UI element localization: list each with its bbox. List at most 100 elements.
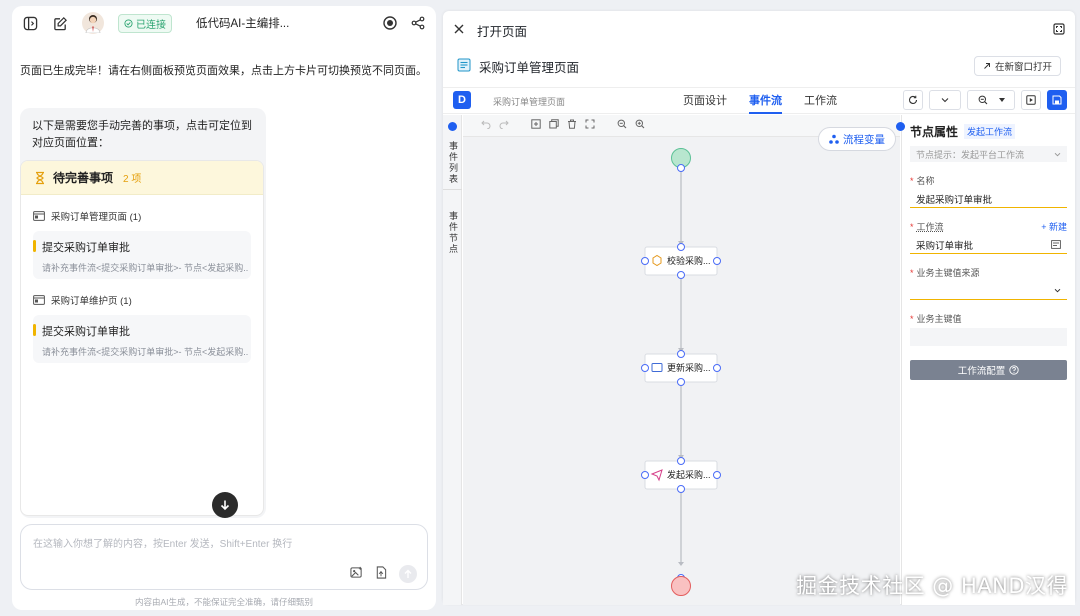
bizkey-label-row: * 业务主键值 — [910, 314, 962, 324]
event-side-tabs: 事件列表 事件节点 — [443, 115, 462, 605]
file-upload-icon[interactable] — [375, 566, 387, 582]
fullscreen-icon[interactable] — [1053, 22, 1065, 38]
task-desc: 请补充事件流<提交采购订单审批>- 节点<发起采购... — [42, 347, 248, 357]
designer-toolbar: D 采购订单管理页面 页面设计 事件流 工作流 — [443, 88, 1075, 114]
name-label: 名称 — [916, 176, 935, 186]
todo-task-item[interactable]: 提交采购订单审批 请补充事件流<提交采购订单审批>- 节点<发起采购... — [33, 315, 251, 363]
name-field[interactable]: 发起采购订单审批 — [910, 190, 1067, 208]
todo-group-header: 采购订单管理页面 (1) — [21, 209, 263, 223]
page-doc-icon — [457, 58, 471, 75]
chat-title: 低代码AI-主编排... — [196, 18, 290, 30]
panel-header: 打开页面 — [443, 11, 1075, 49]
workflow-config-button[interactable]: 工作流配置 — [910, 360, 1067, 380]
send-button[interactable] — [399, 565, 417, 583]
chat-input[interactable] — [33, 535, 413, 555]
image-upload-icon[interactable] — [350, 566, 363, 582]
connection-status-badge: 已连接 — [118, 13, 172, 33]
delete-icon[interactable] — [567, 119, 577, 132]
chat-topbar: 已连接 低代码AI-主编排... — [12, 6, 436, 40]
node-label: 更新采购... — [667, 363, 711, 373]
flow-arrow — [678, 562, 684, 566]
panel-title: 打开页面 — [477, 24, 528, 39]
save-icon — [1052, 95, 1062, 105]
arrow-down-icon — [220, 500, 230, 511]
zoom-out-icon — [978, 95, 987, 105]
preview-panel: 打开页面 采购订单管理页面 在新窗口打开 D 采购订单管理页面 页面设计 事件流… — [443, 11, 1075, 605]
play-icon — [1026, 95, 1036, 105]
assistant-message: 页面已生成完毕！请在右侧面板预览页面效果，点击上方卡片可切换预览不同页面。 — [20, 65, 427, 77]
status-label: 已连接 — [136, 19, 166, 31]
workflow-field[interactable]: 采购订单审批 — [910, 236, 1067, 254]
page-card: 采购订单管理页面 在新窗口打开 — [443, 49, 1075, 83]
ai-disclaimer: 内容由AI生成，不能保证完全准确，请仔细甄别 — [134, 597, 314, 607]
external-link-icon — [984, 63, 990, 69]
bizkey-source-label: 业务主键值来源 — [916, 268, 980, 278]
preview-run-button[interactable] — [1021, 90, 1041, 110]
side-tab-event-nodes[interactable]: 事件节点 — [447, 211, 460, 255]
task-marker — [33, 240, 36, 252]
node-port[interactable] — [677, 164, 685, 172]
avatar[interactable] — [82, 12, 104, 34]
scroll-down-button[interactable] — [212, 492, 238, 518]
todo-group-header: 采购订单维护页 (1) — [21, 293, 263, 307]
designer-frame: D 采购订单管理页面 页面设计 事件流 工作流 事件列表 事件节点 流程变量 校… — [443, 87, 1075, 605]
workflow-label: 工作流 — [916, 222, 944, 232]
sidebar-toggle-icon[interactable] — [22, 15, 38, 31]
page-title: 采购订单管理页面 — [479, 60, 580, 75]
record-icon[interactable] — [382, 15, 398, 31]
props-title: 节点属性 — [910, 125, 959, 139]
lookup-icon[interactable] — [1051, 240, 1061, 249]
zoom-in-canvas-icon[interactable] — [635, 119, 645, 132]
bizkey-source-select[interactable] — [910, 282, 1067, 300]
app-logo: D — [453, 91, 471, 109]
open-new-label: 在新窗口打开 — [994, 62, 1052, 73]
device-select[interactable] — [929, 90, 961, 110]
save-button[interactable] — [1047, 90, 1067, 110]
open-new-window-button[interactable]: 在新窗口打开 — [973, 56, 1061, 76]
tab-page-design[interactable]: 页面设计 — [683, 88, 727, 114]
collapse-right-icon[interactable] — [896, 122, 905, 131]
share-icon[interactable] — [410, 15, 426, 31]
todo-header: 待完善事项 2 项 — [21, 161, 263, 195]
arrow-up-icon — [404, 569, 412, 578]
edit-icon[interactable] — [52, 15, 68, 31]
todo-message-bubble: 以下是需要您手动完善的事项，点击可定位到对应页面位置： 待完善事项 2 项 采购… — [20, 108, 266, 518]
flow-canvas[interactable]: 流程变量 校验采购... 更新采购... 发起采购... — [463, 115, 900, 605]
todo-task-item[interactable]: 提交采购订单审批 请补充事件流<提交采购订单审批>- 节点<发起采购... — [33, 231, 251, 279]
bubble-text: 以下是需要您手动完善的事项，点击可定位到对应页面位置： — [32, 120, 252, 149]
new-workflow-link[interactable]: + 新建 — [1041, 220, 1067, 233]
add-node-icon[interactable] — [531, 119, 541, 132]
node-hint-select[interactable]: 节点提示：发起平台工作流 — [910, 146, 1067, 162]
workflow-value: 采购订单审批 — [916, 240, 974, 252]
end-node[interactable] — [671, 576, 691, 596]
page-icon — [33, 295, 45, 305]
config-button-label: 工作流配置 — [957, 366, 1006, 377]
zoom-out-canvas-icon[interactable] — [617, 119, 627, 132]
name-label-row: * 名称 — [910, 176, 935, 186]
bizkey-field[interactable] — [910, 328, 1067, 346]
copy-icon[interactable] — [549, 119, 559, 132]
node-properties-panel: 节点属性 发起工作流 节点提示：发起平台工作流 * 名称 发起采购订单审批 * 工作… — [896, 115, 1075, 605]
redo-icon[interactable] — [499, 119, 509, 132]
bizkey-label: 业务主键值 — [916, 314, 962, 324]
hourglass-icon — [36, 171, 44, 184]
undo-icon[interactable] — [481, 119, 491, 132]
fit-view-icon[interactable] — [585, 119, 595, 132]
todo-group-label: 采购订单管理页面 (1) — [51, 212, 142, 223]
close-icon[interactable] — [453, 23, 465, 38]
zoom-select[interactable] — [967, 90, 1015, 110]
tab-event-flow[interactable]: 事件流 — [749, 88, 782, 114]
designer-page-name: 采购订单管理页面 — [493, 97, 566, 107]
node-type-tag: 发起工作流 — [964, 124, 1016, 139]
todo-count: 2 项 — [123, 174, 142, 185]
caret-down-icon — [998, 98, 1005, 102]
node-label: 发起采购... — [667, 470, 711, 480]
bizkey-source-label-row: * 业务主键值来源 — [910, 268, 980, 278]
tab-workflow[interactable]: 工作流 — [804, 88, 837, 114]
collapse-left-icon[interactable] — [448, 122, 457, 131]
refresh-button[interactable] — [903, 90, 923, 110]
task-marker — [33, 324, 36, 336]
chevron-down-icon — [1054, 288, 1061, 293]
side-tab-event-list[interactable]: 事件列表 — [447, 141, 460, 185]
task-name: 提交采购订单审批 — [42, 326, 130, 338]
